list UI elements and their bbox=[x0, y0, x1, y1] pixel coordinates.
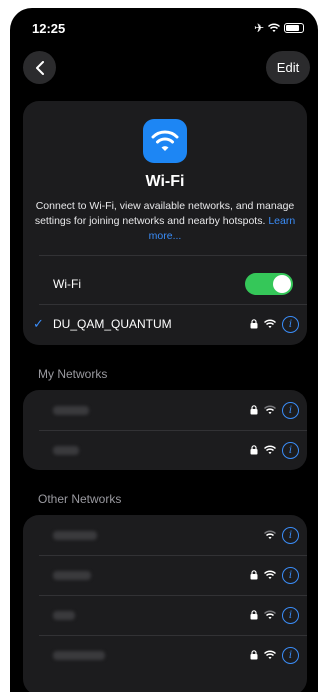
my-networks-header: My Networks bbox=[38, 367, 108, 381]
hidden-network-name bbox=[53, 570, 91, 580]
wifi-signal-icon bbox=[264, 445, 276, 454]
wifi-icon bbox=[151, 130, 179, 151]
lock-icon bbox=[250, 650, 258, 660]
network-row[interactable]: i bbox=[23, 595, 307, 635]
hidden-network-name bbox=[53, 405, 89, 415]
battery-icon bbox=[284, 23, 304, 33]
network-status-icons: i bbox=[250, 606, 299, 624]
network-row[interactable]: i bbox=[23, 555, 307, 595]
info-icon[interactable]: i bbox=[282, 315, 299, 333]
lock-icon bbox=[250, 570, 258, 580]
edit-button[interactable]: Edit bbox=[266, 51, 310, 84]
network-row[interactable]: i bbox=[23, 635, 307, 675]
divider bbox=[39, 255, 307, 256]
phone-screen: 12:25 ✈ Edit Wi-Fi Connect to Wi-Fi, vie… bbox=[10, 8, 318, 692]
info-icon[interactable]: i bbox=[282, 401, 299, 419]
hidden-network-name bbox=[53, 610, 75, 620]
info-icon[interactable]: i bbox=[282, 441, 299, 459]
wifi-signal-icon bbox=[264, 405, 276, 414]
hidden-network-name bbox=[53, 530, 97, 540]
my-networks-card: i i bbox=[23, 390, 307, 470]
wifi-signal-icon bbox=[264, 530, 276, 539]
wifi-signal-icon bbox=[264, 319, 276, 328]
toggle-knob bbox=[273, 275, 291, 293]
wifi-settings-card: Wi-Fi Connect to Wi-Fi, view available n… bbox=[23, 101, 307, 345]
network-row[interactable]: i bbox=[23, 515, 307, 555]
wifi-description: Connect to Wi-Fi, view available network… bbox=[33, 199, 297, 244]
wifi-description-text: Connect to Wi-Fi, view available network… bbox=[34, 200, 295, 227]
wifi-toggle-label: Wi-Fi bbox=[53, 277, 81, 291]
status-time: 12:25 bbox=[32, 21, 66, 36]
network-status-icons: i bbox=[250, 401, 299, 419]
network-row[interactable]: i bbox=[23, 430, 307, 470]
chevron-left-icon bbox=[35, 60, 44, 75]
lock-icon bbox=[250, 405, 258, 415]
lock-icon bbox=[250, 319, 258, 329]
back-button[interactable] bbox=[23, 51, 56, 84]
hidden-network-name bbox=[53, 445, 79, 455]
wifi-signal-icon bbox=[264, 650, 276, 659]
info-icon[interactable]: i bbox=[282, 526, 299, 544]
wifi-toggle-row: Wi-Fi bbox=[23, 264, 307, 304]
lock-icon bbox=[250, 610, 258, 620]
network-status-icons: i bbox=[250, 315, 299, 333]
info-icon[interactable]: i bbox=[282, 606, 299, 624]
lock-icon bbox=[250, 445, 258, 455]
other-networks-card: i i i i bbox=[23, 515, 307, 692]
network-status-icons: i bbox=[250, 646, 299, 664]
airplane-icon: ✈ bbox=[253, 21, 264, 35]
wifi-app-icon bbox=[143, 119, 187, 163]
network-row[interactable]: i bbox=[23, 390, 307, 430]
status-icons: ✈ bbox=[254, 21, 304, 35]
status-bar: 12:25 ✈ bbox=[10, 8, 318, 48]
wifi-toggle[interactable] bbox=[245, 273, 293, 295]
network-status-icons: i bbox=[250, 441, 299, 459]
checkmark-icon: ✓ bbox=[33, 316, 44, 331]
wifi-signal-icon bbox=[264, 610, 276, 619]
connected-network-name: DU_QAM_QUANTUM bbox=[53, 317, 172, 331]
info-icon[interactable]: i bbox=[282, 646, 299, 664]
hidden-network-name bbox=[53, 650, 105, 660]
network-status-icons: i bbox=[250, 566, 299, 584]
wifi-signal-icon bbox=[264, 570, 276, 579]
page-title: Wi-Fi bbox=[145, 173, 185, 190]
status-wifi-icon bbox=[268, 23, 280, 32]
connected-network-row[interactable]: ✓ DU_QAM_QUANTUM i bbox=[23, 304, 307, 344]
info-icon[interactable]: i bbox=[282, 566, 299, 584]
network-status-icons: i bbox=[264, 526, 299, 544]
other-networks-header: Other Networks bbox=[38, 492, 122, 506]
